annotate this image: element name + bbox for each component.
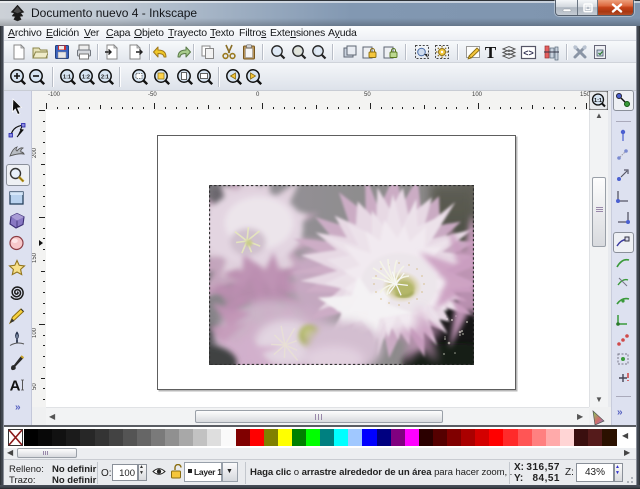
svg-text:1:1: 1:1	[594, 98, 602, 104]
svg-text:T: T	[485, 44, 497, 61]
svg-text:1:2: 1:2	[82, 75, 90, 81]
svg-text:A: A	[10, 378, 21, 395]
svg-text:2:1: 2:1	[101, 75, 109, 81]
svg-text:<>: <>	[523, 48, 534, 58]
svg-text:1:1: 1:1	[63, 75, 71, 81]
